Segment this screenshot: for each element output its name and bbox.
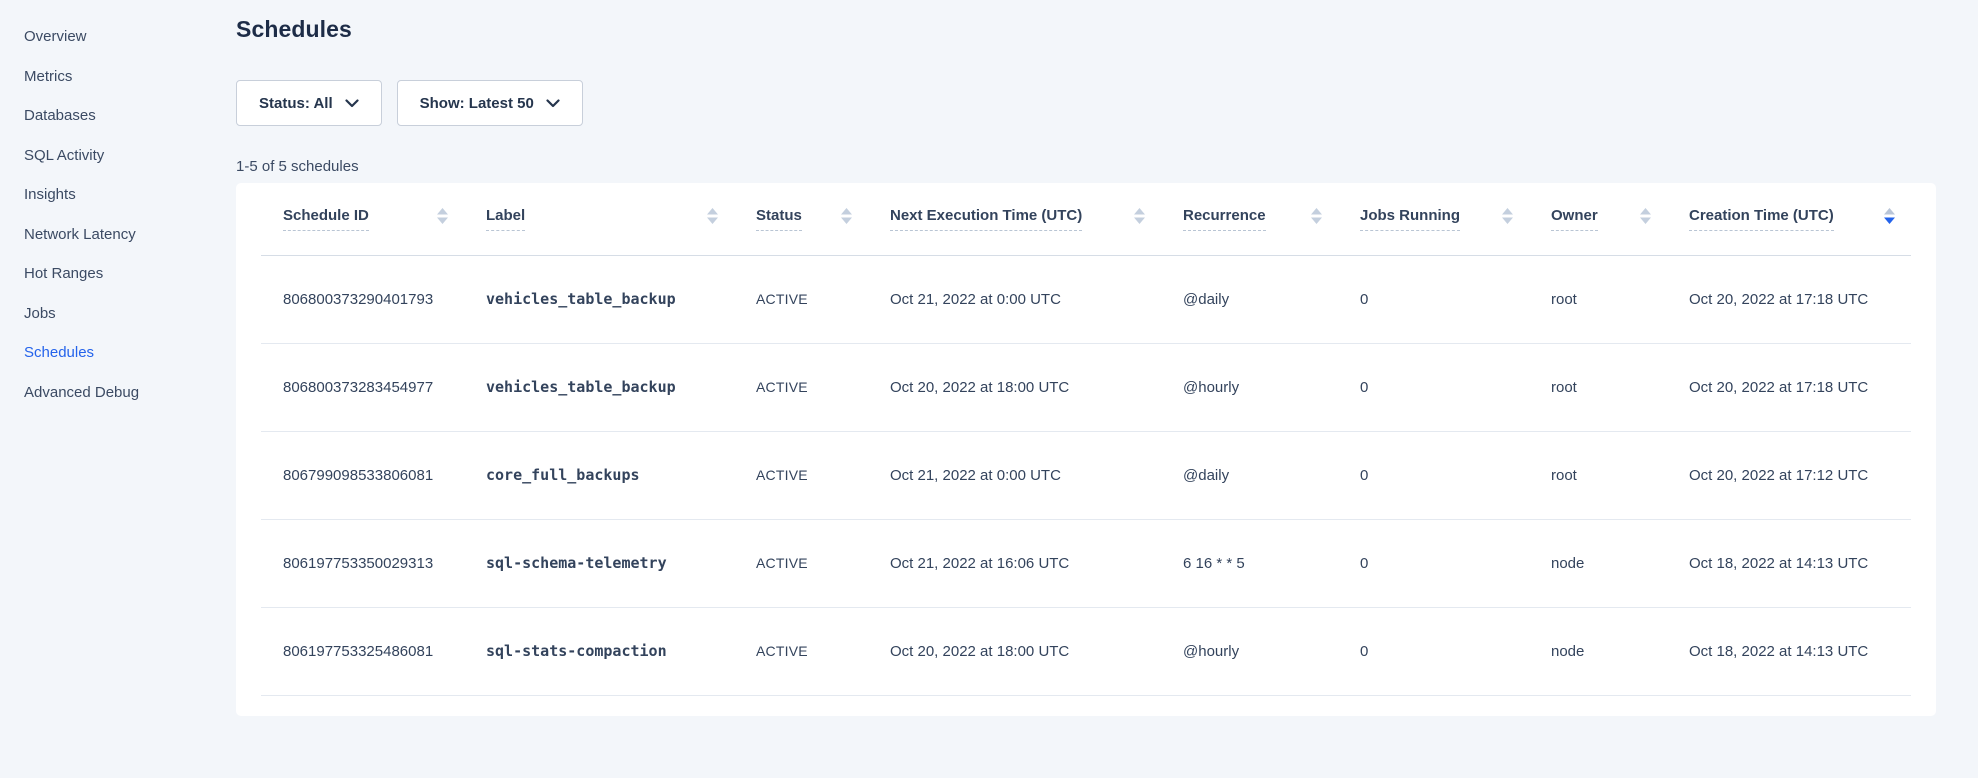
status-filter-dropdown[interactable]: Status: All (236, 80, 382, 126)
column-header-owner[interactable]: Owner (1529, 183, 1667, 255)
sidebar-item-hot-ranges[interactable]: Hot Ranges (0, 254, 233, 294)
cell-label: sql-stats-compaction (464, 607, 734, 695)
schedules-table-card: Schedule ID Label Status Next Execution Tim… (236, 183, 1936, 716)
cell-recurrence: @hourly (1161, 343, 1338, 431)
cell-recurrence: @hourly (1161, 607, 1338, 695)
cell-schedule-id: 806197753325486081 (261, 607, 464, 695)
filter-bar: Status: All Show: Latest 50 (236, 80, 1978, 126)
cell-next-execution-time: Oct 21, 2022 at 16:06 UTC (868, 519, 1161, 607)
cell-status: ACTIVE (734, 343, 868, 431)
column-header-label[interactable]: Label (464, 183, 734, 255)
cell-owner: root (1529, 343, 1667, 431)
column-header-next-execution-time-utc[interactable]: Next Execution Time (UTC) (868, 183, 1161, 255)
table-body: 806800373290401793vehicles_table_backupA… (261, 255, 1911, 695)
cell-status: ACTIVE (734, 255, 868, 343)
cell-next-execution-time: Oct 20, 2022 at 18:00 UTC (868, 607, 1161, 695)
cell-next-execution-time: Oct 20, 2022 at 18:00 UTC (868, 343, 1161, 431)
cell-owner: root (1529, 255, 1667, 343)
cell-label: vehicles_table_backup (464, 255, 734, 343)
column-header-status[interactable]: Status (734, 183, 868, 255)
sidebar-item-advanced-debug[interactable]: Advanced Debug (0, 373, 233, 413)
sidebar-item-insights[interactable]: Insights (0, 175, 233, 215)
cell-owner: node (1529, 607, 1667, 695)
cell-label: core_full_backups (464, 431, 734, 519)
column-header-recurrence[interactable]: Recurrence (1161, 183, 1338, 255)
chevron-down-icon (546, 95, 560, 112)
main-content: Schedules Status: All Show: Latest 50 1-… (233, 0, 1978, 778)
table-row: 806800373283454977vehicles_table_backupA… (261, 343, 1911, 431)
results-count: 1-5 of 5 schedules (236, 158, 1978, 175)
column-header-jobs-running[interactable]: Jobs Running (1338, 183, 1529, 255)
sort-arrows-icon[interactable] (841, 208, 852, 224)
sidebar-item-overview[interactable]: Overview (0, 17, 233, 57)
cell-status: ACTIVE (734, 431, 868, 519)
cell-schedule-id: 806800373290401793 (261, 255, 464, 343)
column-header-creation-time-utc[interactable]: Creation Time (UTC) (1667, 183, 1911, 255)
show-filter-label: Show: Latest 50 (420, 95, 534, 112)
cell-creation-time: Oct 20, 2022 at 17:12 UTC (1667, 431, 1911, 519)
cell-jobs-running: 0 (1338, 255, 1529, 343)
sidebar-item-network-latency[interactable]: Network Latency (0, 215, 233, 255)
cell-jobs-running: 0 (1338, 431, 1529, 519)
sort-arrows-icon[interactable] (437, 208, 448, 224)
sidebar-item-sql-activity[interactable]: SQL Activity (0, 136, 233, 176)
column-label[interactable]: Schedule ID (283, 207, 369, 231)
column-label[interactable]: Next Execution Time (UTC) (890, 207, 1082, 231)
sort-arrows-icon[interactable] (707, 208, 718, 224)
schedules-table: Schedule ID Label Status Next Execution Tim… (261, 183, 1911, 696)
cell-creation-time: Oct 20, 2022 at 17:18 UTC (1667, 255, 1911, 343)
cell-recurrence: @daily (1161, 431, 1338, 519)
column-label[interactable]: Owner (1551, 207, 1598, 231)
table-row: 806799098533806081core_full_backupsACTIV… (261, 431, 1911, 519)
page-title: Schedules (236, 16, 1978, 43)
cell-creation-time: Oct 18, 2022 at 14:13 UTC (1667, 519, 1911, 607)
sidebar-nav: OverviewMetricsDatabasesSQL ActivityInsi… (0, 0, 233, 778)
sort-arrows-icon[interactable] (1502, 208, 1513, 224)
chevron-down-icon (345, 95, 359, 112)
cell-label: vehicles_table_backup (464, 343, 734, 431)
cell-jobs-running: 0 (1338, 343, 1529, 431)
column-label[interactable]: Label (486, 207, 525, 231)
cell-next-execution-time: Oct 21, 2022 at 0:00 UTC (868, 431, 1161, 519)
table-row: 806197753350029313sql-schema-telemetryAC… (261, 519, 1911, 607)
sidebar-item-schedules[interactable]: Schedules (0, 333, 233, 373)
table-row: 806197753325486081sql-stats-compactionAC… (261, 607, 1911, 695)
cell-label: sql-schema-telemetry (464, 519, 734, 607)
column-label[interactable]: Recurrence (1183, 207, 1266, 231)
cell-next-execution-time: Oct 21, 2022 at 0:00 UTC (868, 255, 1161, 343)
cell-schedule-id: 806197753350029313 (261, 519, 464, 607)
column-header-schedule-id[interactable]: Schedule ID (261, 183, 464, 255)
cell-creation-time: Oct 18, 2022 at 14:13 UTC (1667, 607, 1911, 695)
column-label[interactable]: Jobs Running (1360, 207, 1460, 231)
sidebar-item-jobs[interactable]: Jobs (0, 294, 233, 334)
table-header-row: Schedule ID Label Status Next Execution Tim… (261, 183, 1911, 255)
sort-arrows-icon[interactable] (1311, 208, 1322, 224)
cell-status: ACTIVE (734, 519, 868, 607)
cell-owner: root (1529, 431, 1667, 519)
cell-status: ACTIVE (734, 607, 868, 695)
column-label[interactable]: Creation Time (UTC) (1689, 207, 1834, 231)
cell-jobs-running: 0 (1338, 607, 1529, 695)
show-filter-dropdown[interactable]: Show: Latest 50 (397, 80, 583, 126)
cell-schedule-id: 806799098533806081 (261, 431, 464, 519)
sort-arrows-icon[interactable] (1884, 208, 1895, 224)
cell-schedule-id: 806800373283454977 (261, 343, 464, 431)
status-filter-label: Status: All (259, 95, 333, 112)
cell-jobs-running: 0 (1338, 519, 1529, 607)
cell-owner: node (1529, 519, 1667, 607)
cell-recurrence: @daily (1161, 255, 1338, 343)
column-label[interactable]: Status (756, 207, 802, 231)
table-row: 806800373290401793vehicles_table_backupA… (261, 255, 1911, 343)
sidebar-item-databases[interactable]: Databases (0, 96, 233, 136)
sidebar-item-metrics[interactable]: Metrics (0, 57, 233, 97)
sort-arrows-icon[interactable] (1640, 208, 1651, 224)
cell-creation-time: Oct 20, 2022 at 17:18 UTC (1667, 343, 1911, 431)
sort-arrows-icon[interactable] (1134, 208, 1145, 224)
cell-recurrence: 6 16 * * 5 (1161, 519, 1338, 607)
